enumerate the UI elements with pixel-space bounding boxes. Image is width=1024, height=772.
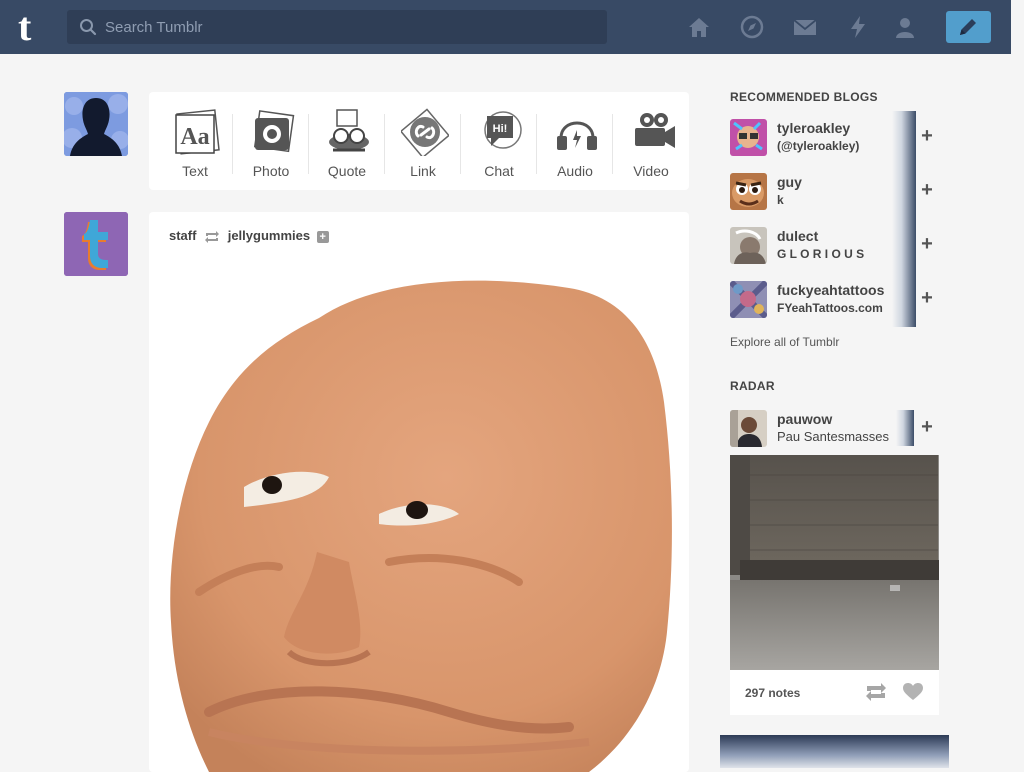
blog-name[interactable]: fuckyeahtattoos: [777, 282, 884, 298]
video-camera-icon: [635, 113, 675, 148]
blog-name[interactable]: guy: [777, 174, 802, 190]
follow-button[interactable]: +: [918, 234, 936, 254]
pencil-icon: [960, 19, 976, 35]
blog-avatar[interactable]: [730, 410, 767, 447]
blog-title: k: [777, 193, 784, 207]
blog-fade: [892, 165, 916, 219]
post-type-video[interactable]: Video: [613, 100, 689, 182]
avatar-silhouette: [64, 92, 128, 156]
follow-button[interactable]: +: [918, 180, 936, 200]
user-avatar[interactable]: [64, 92, 128, 156]
blog-avatar[interactable]: [730, 227, 767, 264]
blog-fade: [892, 273, 916, 327]
follow-button[interactable]: +: [918, 417, 936, 437]
explore-all-link[interactable]: Explore all of Tumblr: [730, 335, 839, 349]
follow-button[interactable]: +: [918, 126, 936, 146]
blog-fade: [892, 219, 916, 273]
dashboard-post: staff jellygummies +: [149, 212, 689, 772]
blog-name[interactable]: tyleroakley: [777, 120, 850, 136]
post-photo-clay-face[interactable]: [149, 262, 689, 772]
post-type-label: Chat: [484, 163, 514, 179]
camera-icon: [253, 110, 295, 153]
blog-avatar[interactable]: [730, 281, 767, 318]
blog-fade: [892, 111, 916, 165]
quote-icon: [329, 109, 369, 152]
post-type-text[interactable]: Aa Text: [157, 100, 233, 182]
post-type-quote[interactable]: Quote: [309, 100, 385, 182]
recommended-blog-item[interactable]: fuckyeahtattoos FYeahTattoos.com +: [730, 273, 940, 329]
blog-avatar[interactable]: [730, 173, 767, 210]
blog-title: FYeahTattoos.com: [777, 301, 883, 315]
blog-name[interactable]: pauwow: [777, 411, 832, 427]
top-navigation-bar: t: [0, 0, 1011, 54]
blog-name[interactable]: dulect: [777, 228, 818, 244]
text-icon: Aa: [175, 109, 220, 155]
post-author-avatar[interactable]: [64, 212, 128, 276]
post-type-label: Video: [633, 163, 669, 179]
reblog-icon: [205, 230, 220, 243]
post-type-label: Audio: [557, 163, 593, 179]
post-type-audio[interactable]: Audio: [537, 100, 613, 182]
link-icon: [401, 108, 449, 156]
follow-button[interactable]: +: [316, 230, 329, 243]
radar-heading: RADAR: [730, 379, 775, 393]
radar-post-card: 297 notes: [730, 455, 939, 715]
post-type-photo[interactable]: Photo: [233, 100, 309, 182]
recommended-blog-item[interactable]: tyleroakley (@tyleroakley) +: [730, 111, 940, 167]
search-icon: [80, 19, 97, 36]
post-type-label: Link: [410, 163, 436, 179]
home-icon[interactable]: [686, 14, 712, 40]
blog-fade: [896, 410, 914, 446]
staff-tumblr-logo: [64, 212, 128, 276]
post-type-bar: Aa Text Photo Quote Link Hi! Chat Audio …: [149, 92, 689, 190]
follow-button[interactable]: +: [918, 288, 936, 308]
blog-title: (@tyleroakley): [777, 139, 860, 153]
activity-bolt-icon[interactable]: [845, 14, 871, 40]
explore-compass-icon[interactable]: [739, 14, 765, 40]
next-sidebar-item-preview: [720, 735, 949, 768]
headphones-icon: [557, 121, 597, 150]
recommended-blog-item[interactable]: dulect G L O R I O U S +: [730, 219, 940, 275]
svg-text:Aa: Aa: [180, 124, 209, 150]
blog-title: G L O R I O U S: [777, 247, 865, 261]
account-person-icon[interactable]: [892, 14, 918, 40]
heart-icon[interactable]: [903, 683, 923, 701]
post-header: staff jellygummies +: [169, 228, 329, 243]
post-author-link[interactable]: staff: [169, 228, 196, 243]
reblog-source-link[interactable]: jellygummies: [228, 228, 310, 243]
svg-text:Hi!: Hi!: [493, 123, 508, 135]
notes-count[interactable]: 297 notes: [745, 686, 800, 700]
post-type-chat[interactable]: Hi! Chat: [461, 100, 537, 182]
blog-avatar[interactable]: [730, 119, 767, 156]
radar-blog-item[interactable]: pauwow Pau Santesmasses +: [730, 410, 940, 458]
blog-title: Pau Santesmasses: [777, 429, 890, 444]
recommended-blogs-heading: RECOMMENDED BLOGS: [730, 90, 878, 104]
search-input[interactable]: [105, 10, 595, 44]
mail-icon[interactable]: [792, 14, 818, 40]
compose-button[interactable]: [946, 11, 991, 43]
post-type-label: Quote: [327, 163, 367, 179]
post-type-link[interactable]: Link: [385, 100, 461, 182]
chat-icon: Hi!: [484, 111, 522, 149]
radar-post-photo[interactable]: [730, 455, 939, 670]
tumblr-logo[interactable]: t: [18, 7, 48, 47]
post-type-label: Photo: [252, 163, 290, 179]
reblog-icon[interactable]: [865, 683, 887, 701]
search-bar[interactable]: [67, 10, 607, 44]
post-type-label: Text: [182, 163, 208, 179]
recommended-blog-item[interactable]: guy k +: [730, 165, 940, 221]
